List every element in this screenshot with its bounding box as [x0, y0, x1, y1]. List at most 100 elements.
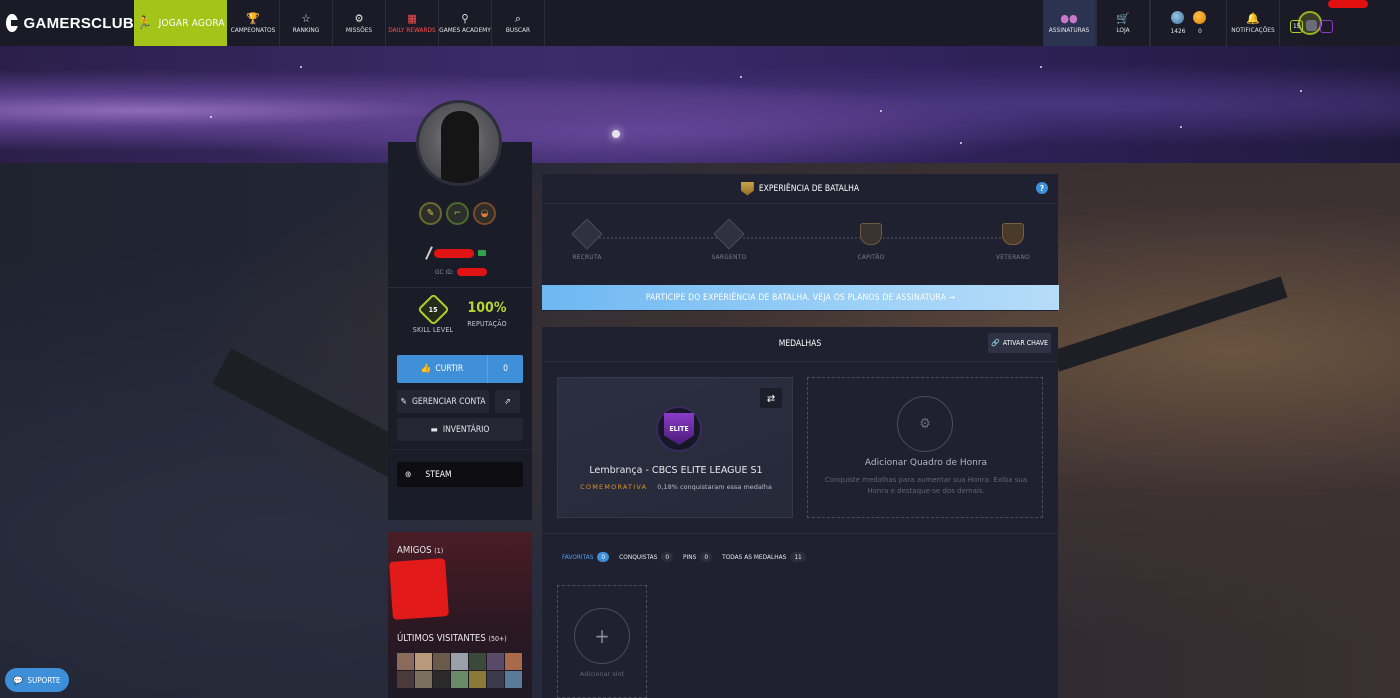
nav-ranking[interactable]: ☆ RANKING [280, 0, 333, 46]
capitao-rank-icon [860, 223, 882, 245]
nav-label: BUSCAR [505, 25, 531, 34]
coin-gold-value: 0 [1198, 27, 1202, 35]
tab-favoritas[interactable]: FAVORITAS 0 [562, 552, 610, 562]
visitor-avatar[interactable] [505, 671, 522, 688]
banner-star [1040, 66, 1042, 68]
skill-level: 15 SKILL LEVEL [410, 293, 456, 334]
activate-key-button[interactable]: 🔗 ATIVAR CHAVE [988, 333, 1051, 353]
profile-avatar[interactable] [416, 100, 502, 186]
visitor-avatar[interactable] [397, 671, 414, 688]
search-icon: ⌕ [514, 11, 522, 25]
nav-notifications[interactable]: 🔔 NOTIFICAÇÕES [1227, 0, 1280, 46]
nav-label: CAMPEONATOS [230, 25, 276, 34]
like-count: 0 [503, 364, 508, 374]
rifle-icon[interactable]: ⌐ [446, 202, 469, 225]
visitors-grid [397, 653, 523, 688]
plus-icon: + [574, 608, 630, 664]
rank-veterano: VETERANO [983, 223, 1043, 261]
steam-button[interactable]: ⊛ STEAM [397, 462, 523, 487]
background-rifle [1052, 276, 1288, 372]
share-profile-button[interactable]: ⇗ [495, 390, 520, 413]
coin-gold-icon [1193, 11, 1207, 24]
logo-text: GAMERSCLUB [23, 14, 134, 32]
tab-label: TODAS AS MEDALHAS [722, 553, 787, 561]
add-slot-label: Adicionar slot [579, 670, 625, 678]
user-level-badge: 15 [1290, 19, 1303, 33]
battle-shield-icon [740, 181, 754, 196]
nav-label: GAMES ACADEMY [439, 25, 491, 34]
elite-medal-text: ELITE [664, 413, 694, 445]
pencil-icon: ✎ [400, 396, 407, 407]
manage-account-button[interactable]: ✎ GERENCIAR CONTA [397, 390, 489, 413]
nav-search[interactable]: ⌕ BUSCAR [492, 0, 545, 46]
redacted-friend-avatar[interactable] [389, 558, 449, 620]
swap-icon[interactable]: ⇄ [760, 388, 782, 408]
nav-missions[interactable]: ⚙ MISSÕES [333, 0, 386, 46]
profile-nickname [425, 246, 486, 260]
banner-star [210, 116, 212, 118]
nav-games-academy[interactable]: ⚲ GAMES ACADEMY [439, 0, 492, 46]
visitor-avatar[interactable] [487, 671, 504, 688]
banner-star [740, 76, 742, 78]
tab-conquistas[interactable]: CONQUISTAS 0 [619, 552, 674, 562]
medal-title: Lembrança - CBCS ELITE LEAGUE S1 [589, 465, 763, 476]
user-badges: 15 [1290, 19, 1368, 33]
nav-store[interactable]: 🛒 LOJA [1096, 0, 1150, 46]
visitor-avatar[interactable] [451, 671, 468, 688]
medal-icon: ⚙ [354, 11, 364, 25]
visitor-avatar[interactable] [469, 671, 486, 688]
wrench-icon[interactable]: ✎ [419, 202, 442, 225]
skill-level-label: SKILL LEVEL [412, 326, 454, 334]
rank-capitao: CAPITÃO [841, 223, 901, 261]
visitor-avatar[interactable] [469, 653, 486, 670]
tab-todas-as-medalhas[interactable]: TODAS AS MEDALHAS 11 [722, 552, 806, 562]
tab-label: FAVORITAS [562, 553, 594, 561]
inventory-button[interactable]: ▬ INVENTÁRIO [397, 418, 523, 441]
like-button[interactable]: 👍 CURTIR 0 [397, 355, 523, 383]
gamersclub-logo-icon [6, 14, 20, 32]
steam-label: STEAM [425, 469, 452, 480]
visitor-avatar[interactable] [451, 653, 468, 670]
wallet[interactable]: 1426 0 [1150, 0, 1227, 46]
coin-blue: 1426 [1171, 11, 1185, 35]
subscription-cta-banner[interactable]: PARTICIPE DO EXPERIÊNCIA DE BATALHA. VEJ… [542, 285, 1059, 310]
nav-subscriptions[interactable]: ●● ASSINATURAS [1043, 0, 1096, 46]
play-now-label: JOGAR AGORA [158, 17, 225, 29]
background-rifle [212, 348, 408, 478]
visitor-avatar[interactable] [397, 653, 414, 670]
play-now-button[interactable]: 🏃 JOGAR AGORA [134, 0, 227, 46]
featured-medal-card[interactable]: ⇄ ELITE Lembrança - CBCS ELITE LEAGUE S1… [557, 377, 793, 518]
visitors-title: ÚLTIMOS VISITANTES (50+) [397, 633, 507, 644]
tab-count: 0 [661, 552, 674, 562]
divider [542, 533, 1058, 534]
recruta-rank-icon [571, 218, 603, 250]
visitor-avatar[interactable] [415, 671, 432, 688]
visitor-avatar[interactable] [433, 671, 450, 688]
medal-percent: 0,18% conquistaram essa medalha [657, 483, 772, 491]
user-menu[interactable]: 15 [1280, 0, 1400, 46]
key-icon: 🔗 [990, 339, 1000, 347]
nav-daily-rewards[interactable]: ▦ DAILY REWARDS [386, 0, 439, 46]
manage-account-label: GERENCIAR CONTA [411, 396, 486, 407]
banner-star [612, 130, 620, 138]
add-slot-box[interactable]: + Adicionar slot [557, 585, 647, 698]
friends-panel: AMIGOS (1) ÚLTIMOS VISITANTES (50+) [388, 532, 532, 698]
support-button[interactable]: 💬 SUPORTE [5, 668, 69, 692]
nav-label: DAILY REWARDS [388, 25, 436, 34]
like-button-main: 👍 CURTIR [397, 355, 488, 383]
visitor-avatar[interactable] [433, 653, 450, 670]
inventory-label: INVENTÁRIO [442, 424, 490, 435]
helmet-icon[interactable]: ◒ [473, 202, 496, 225]
friends-label: AMIGOS [397, 545, 432, 556]
visitor-avatar[interactable] [487, 653, 504, 670]
nav-label: MISSÕES [345, 25, 373, 34]
help-icon[interactable]: ? [1036, 182, 1048, 194]
honor-board-slot[interactable]: ⚙ Adicionar Quadro de Honra Conquiste me… [807, 377, 1043, 518]
nav-championships[interactable]: 🏆 CAMPEONATOS [227, 0, 280, 46]
tab-pins[interactable]: PINS 0 [683, 552, 713, 562]
banner-star [1180, 126, 1182, 128]
visitor-avatar[interactable] [415, 653, 432, 670]
logo[interactable]: GAMERSCLUB [0, 0, 134, 46]
visitor-avatar[interactable] [505, 653, 522, 670]
